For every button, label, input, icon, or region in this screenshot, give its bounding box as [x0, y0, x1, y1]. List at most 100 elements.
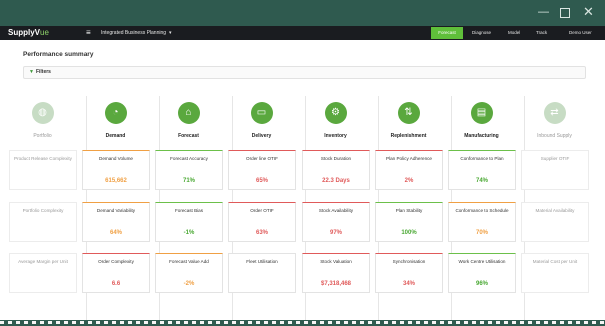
kpi-value: 64%: [109, 230, 122, 236]
nav-forecast-button[interactable]: Forecast: [431, 27, 463, 39]
forecast-icon: ⌂: [177, 102, 200, 124]
kpi-card[interactable]: Stock Availability 97%: [302, 202, 370, 242]
replenishment-icon: ⇅: [397, 102, 420, 124]
nav-model-button[interactable]: Model: [505, 27, 523, 39]
nav-diagnose-button[interactable]: Diagnose: [469, 27, 494, 39]
kpi-card[interactable]: Stock Valuation $7,318,468: [302, 253, 370, 293]
kpi-card[interactable]: Synchronisation 34%: [375, 253, 443, 293]
bottom-border: [0, 321, 605, 324]
close-icon[interactable]: ✕: [583, 5, 594, 19]
kpi-label: Order Complexity: [98, 259, 134, 264]
kpi-label: Product Release Complexity: [14, 156, 72, 161]
kpi-label: Work Centre Utilisation: [458, 259, 506, 264]
kpi-card[interactable]: Order Complexity 6.6: [82, 253, 150, 293]
kpi-label: Demand Variability: [96, 208, 136, 213]
kpi-card[interactable]: Forecast Accuracy 71%: [155, 150, 223, 190]
category-label: Inventory: [324, 133, 347, 139]
kpi-label: Order line OTIF: [246, 156, 278, 161]
kpi-value: 6.6: [111, 281, 121, 287]
kpi-label: Demand Volume: [99, 156, 133, 161]
kpi-label: Forecast Value Add: [169, 259, 209, 264]
kpi-label: Fleet Utilisation: [246, 259, 278, 264]
kpi-label: Order OTIF: [250, 208, 274, 213]
inbound-supply-icon: ⇄: [543, 102, 566, 124]
logo-main: SupplyV: [8, 28, 41, 37]
kpi-card[interactable]: Demand Volume 615,662: [82, 150, 150, 190]
kpi-card[interactable]: Stock Duration 22.3 Days: [302, 150, 370, 190]
category-forecast[interactable]: ⌂ Forecast: [152, 102, 225, 139]
category-replenishment[interactable]: ⇅ Replenishment: [372, 102, 445, 139]
app-title-text: Integrated Business Planning: [101, 30, 167, 36]
top-navbar: SupplyVue ≡ Integrated Business Planning…: [0, 26, 605, 40]
kpi-card[interactable]: Forecast Bias -1%: [155, 202, 223, 242]
category-label: Forecast: [178, 133, 199, 139]
kpi-card[interactable]: Material Availability: [521, 202, 589, 242]
portfolio-icon: ◍: [31, 102, 54, 124]
kpi-card[interactable]: Order line OTIF 65%: [228, 150, 296, 190]
kpi-value: 65%: [255, 178, 268, 184]
window-titlebar: — ✕: [0, 0, 605, 26]
category-label: Demand: [105, 133, 126, 139]
category-inventory[interactable]: ⚙ Inventory: [299, 102, 372, 139]
kpi-card[interactable]: Work Centre Utilisation 96%: [448, 253, 516, 293]
kpi-card[interactable]: Forecast Value Add -2%: [155, 253, 223, 293]
manufacturing-icon: ▤: [470, 102, 493, 124]
kpi-label: Synchronisation: [392, 259, 426, 264]
kpi-value: -2%: [183, 281, 195, 287]
kpi-value: 74%: [475, 178, 488, 184]
kpi-label: Supplier OTIF: [540, 156, 570, 161]
kpi-card[interactable]: Plan Stability 100%: [375, 202, 443, 242]
kpi-value: 71%: [182, 178, 195, 184]
category-manufacturing[interactable]: ▤ Manufacturing: [445, 102, 518, 139]
maximize-icon[interactable]: [560, 8, 570, 18]
category-label: Inbound Supply: [537, 133, 572, 139]
kpi-card[interactable]: Order OTIF 63%: [228, 202, 296, 242]
kpi-card[interactable]: Demand Variability 64%: [82, 202, 150, 242]
kpi-label: Stock Duration: [320, 156, 352, 161]
filters-panel[interactable]: ▼ Filters: [23, 66, 586, 79]
kpi-value: 22.3 Days: [322, 178, 350, 184]
kpi-card[interactable]: Conformance to Schedule 70%: [448, 202, 516, 242]
filters-label: Filters: [35, 69, 51, 75]
kpi-card[interactable]: Supplier OTIF: [521, 150, 589, 190]
kpi-card[interactable]: Product Release Complexity: [9, 150, 77, 190]
category-delivery[interactable]: ▭ Delivery: [225, 102, 298, 139]
kpi-card[interactable]: Conformance to Plan 74%: [448, 150, 516, 190]
kpi-card[interactable]: Fleet Utilisation: [228, 253, 296, 293]
kpi-label: Average Margin per Unit: [18, 259, 68, 264]
kpi-value: 96%: [475, 281, 488, 287]
kpi-value: 97%: [329, 230, 342, 236]
app-logo[interactable]: SupplyVue: [8, 27, 49, 39]
kpi-label: Material Cost per Unit: [532, 259, 578, 264]
kpi-value: 615,662: [105, 178, 127, 184]
kpi-label: Stock Availability: [318, 208, 354, 213]
kpi-label: Plan Stability: [395, 208, 423, 213]
kpi-value: 63%: [255, 230, 268, 236]
kpi-card[interactable]: Material Cost per Unit: [521, 253, 589, 293]
kpi-label: Forecast Bias: [174, 208, 204, 213]
kpi-value: 2%: [404, 178, 414, 184]
kpi-label: Forecast Accuracy: [170, 156, 208, 161]
kpi-label: Material Availability: [535, 208, 575, 213]
user-menu-button[interactable]: Demo User: [566, 27, 595, 39]
filters-toggle[interactable]: ▼ Filters: [29, 69, 51, 75]
kpi-value: $7,318,468: [320, 281, 352, 287]
kpi-label: Portfolio Complexity: [22, 208, 64, 213]
category-portfolio[interactable]: ◍ Portfolio: [6, 102, 79, 139]
kpi-label: Conformance to Schedule: [455, 208, 509, 213]
category-demand[interactable]: ◔ Demand: [79, 102, 152, 139]
app-window: SupplyVue ≡ Integrated Business Planning…: [0, 26, 605, 320]
kpi-card[interactable]: Portfolio Complexity: [9, 202, 77, 242]
delivery-icon: ▭: [250, 102, 273, 124]
kpi-label: Plan Policy Adherence: [386, 156, 432, 161]
app-title-dropdown[interactable]: Integrated Business Planning ▾: [101, 28, 172, 38]
kpi-card[interactable]: Average Margin per Unit: [9, 253, 77, 293]
kpi-value: 70%: [475, 230, 488, 236]
nav-track-button[interactable]: Track: [533, 27, 550, 39]
kpi-value: 34%: [402, 281, 415, 287]
kpi-card[interactable]: Plan Policy Adherence 2%: [375, 150, 443, 190]
minimize-icon[interactable]: —: [538, 5, 549, 19]
menu-icon[interactable]: ≡: [86, 27, 91, 39]
category-label: Manufacturing: [464, 133, 499, 139]
category-inbound-supply[interactable]: ⇄ Inbound Supply: [518, 102, 591, 139]
